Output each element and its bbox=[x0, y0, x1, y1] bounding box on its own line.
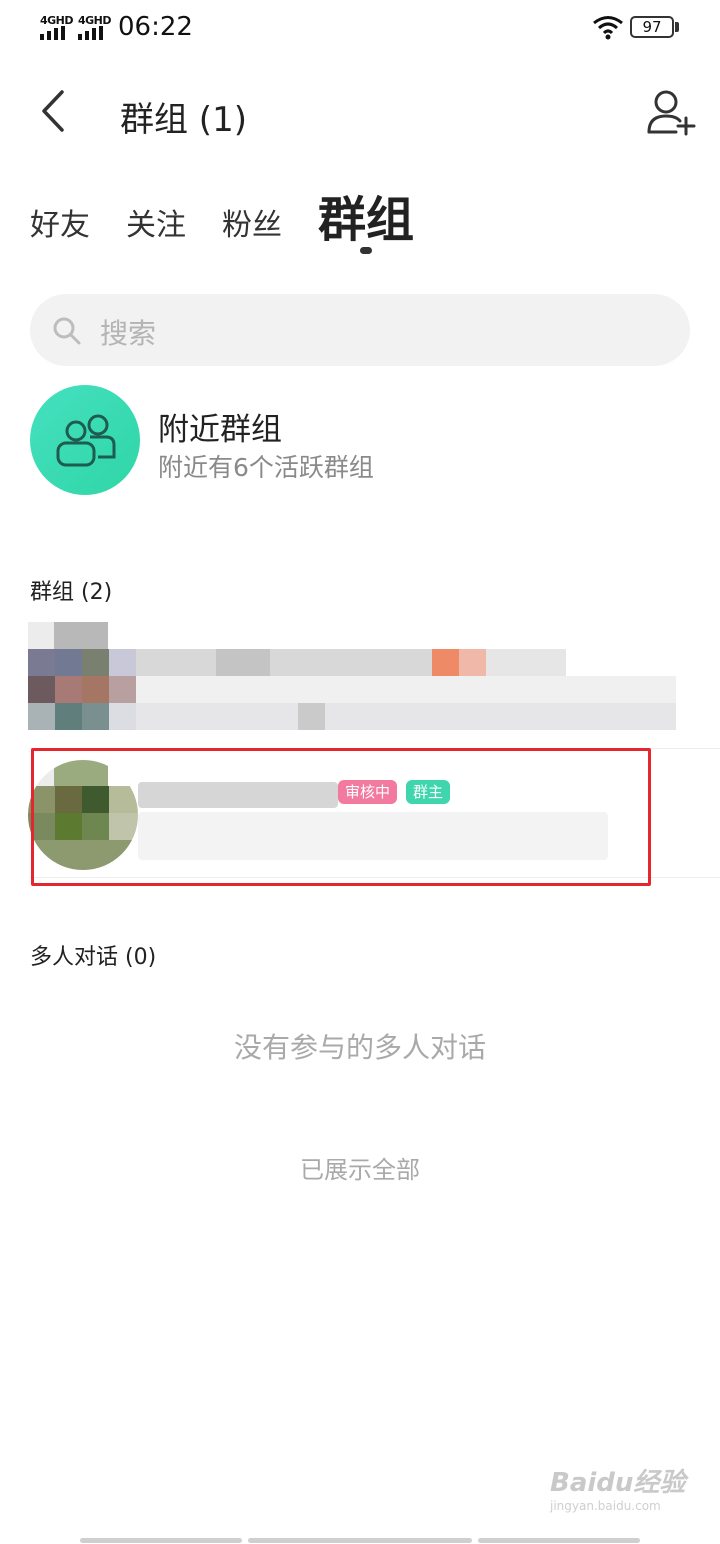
watermark-url: jingyan.baidu.com bbox=[550, 1499, 661, 1513]
tab-friends[interactable]: 好友 bbox=[30, 200, 90, 244]
tab-following[interactable]: 关注 bbox=[126, 200, 186, 244]
empty-message: 没有参与的多人对话 bbox=[233, 1031, 486, 1064]
chevron-left-icon[interactable] bbox=[38, 88, 68, 134]
watermark-brand: Baidu经验 bbox=[550, 1468, 686, 1498]
highlight-box bbox=[31, 748, 651, 886]
status-bar: 4GHD 4GHD 06:22 97 bbox=[0, 0, 720, 60]
search-input[interactable]: 搜索 bbox=[30, 294, 690, 366]
search-placeholder: 搜索 bbox=[100, 317, 157, 350]
watermark: Baidu经验 jingyan.baidu.com bbox=[550, 1462, 700, 1532]
battery-level: 97 bbox=[642, 18, 662, 36]
multi-chat-section-label: 多人对话 (0) bbox=[30, 945, 157, 970]
home-indicator bbox=[80, 1538, 242, 1543]
tab-fans[interactable]: 粉丝 bbox=[222, 200, 282, 244]
group-icon bbox=[56, 414, 116, 467]
signal-icon bbox=[40, 26, 65, 40]
tab-active-indicator bbox=[360, 247, 372, 254]
add-person-icon[interactable] bbox=[646, 88, 696, 136]
battery-icon: 97 bbox=[630, 16, 674, 38]
search-icon bbox=[53, 317, 81, 345]
signal-icon bbox=[78, 26, 103, 40]
nearby-groups-avatar bbox=[30, 385, 140, 495]
nearby-groups-title: 附近群组 bbox=[158, 412, 282, 448]
group-list-item[interactable] bbox=[28, 600, 678, 730]
page-title: 群组 (1) bbox=[120, 100, 247, 140]
home-indicator bbox=[478, 1538, 640, 1543]
wifi-icon bbox=[593, 16, 623, 40]
status-time: 06:22 bbox=[118, 12, 193, 42]
home-indicator bbox=[248, 1538, 472, 1543]
all-shown-text: 已展示全部 bbox=[300, 1156, 420, 1184]
nearby-groups-subtitle: 附近有6个活跃群组 bbox=[158, 453, 374, 482]
tab-groups[interactable]: 群组 bbox=[318, 180, 414, 250]
battery-tip bbox=[675, 22, 679, 32]
